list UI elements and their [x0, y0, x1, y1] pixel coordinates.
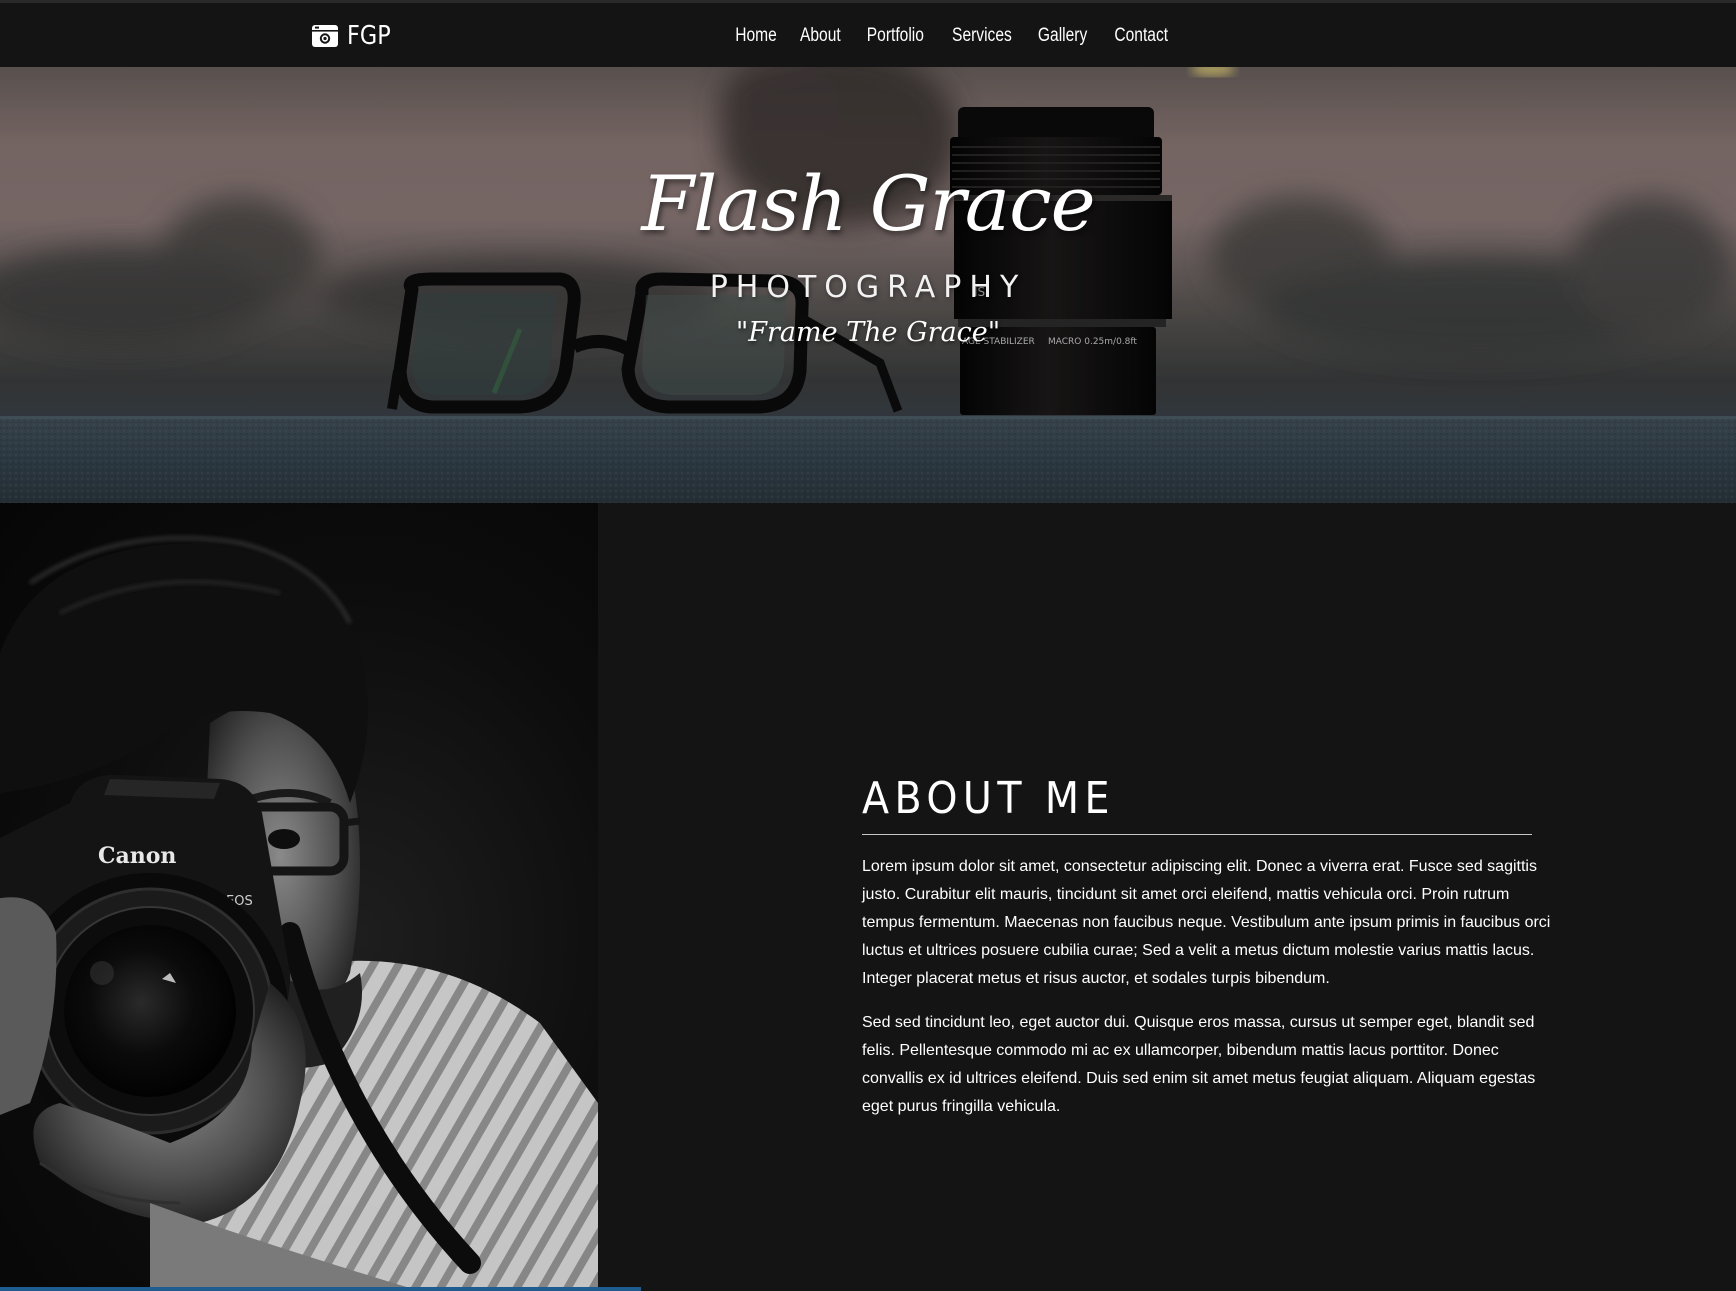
hero-banner: AGE STABILIZER MACRO 0.25m/0.8ft IS Flas…	[0, 67, 1736, 503]
hero-subtitle: PHOTOGRAPHY	[709, 270, 1027, 305]
camera-brand-label: Canon	[98, 843, 176, 869]
nav-link-about[interactable]: About	[794, 22, 847, 50]
nav-link-services[interactable]: Services	[945, 22, 1017, 50]
photographer-portrait: Canon EOS 5D	[0, 503, 598, 1291]
nav-link-portfolio[interactable]: Portfolio	[860, 22, 929, 50]
camera-icon	[312, 25, 338, 47]
brand-link[interactable]: FGP	[312, 20, 398, 52]
nav-menu: Home About Portfolio Services Gallery Co…	[730, 22, 1181, 50]
accent-divider	[0, 1287, 641, 1291]
nav-link-home[interactable]: Home	[735, 22, 783, 50]
photographer-portrait-image: Canon EOS 5D	[0, 536, 598, 1291]
about-body: Lorem ipsum dolor sit amet, consectetur …	[862, 853, 1562, 1137]
about-heading: ABOUT ME	[862, 773, 1115, 824]
hero-tagline: "Frame The Grace"	[735, 317, 1001, 348]
navbar: FGP Home About Portfolio Services Galler…	[0, 0, 1736, 67]
nav-link-gallery[interactable]: Gallery	[1032, 22, 1094, 50]
hero-text-block: Flash Grace PHOTOGRAPHY "Frame The Grace…	[0, 67, 1736, 503]
about-heading-rule	[862, 834, 1532, 835]
hero-title: Flash Grace	[641, 159, 1095, 248]
about-paragraph-1: Lorem ipsum dolor sit amet, consectetur …	[862, 858, 1551, 987]
about-section: Canon EOS 5D ABOUT ME Lorem ipsum dolor …	[0, 503, 1736, 1291]
nav-link-contact[interactable]: Contact	[1108, 22, 1174, 50]
about-paragraph-2: Sed sed tincidunt leo, eget auctor dui. …	[862, 1014, 1536, 1115]
brand-text: FGP	[347, 21, 391, 51]
